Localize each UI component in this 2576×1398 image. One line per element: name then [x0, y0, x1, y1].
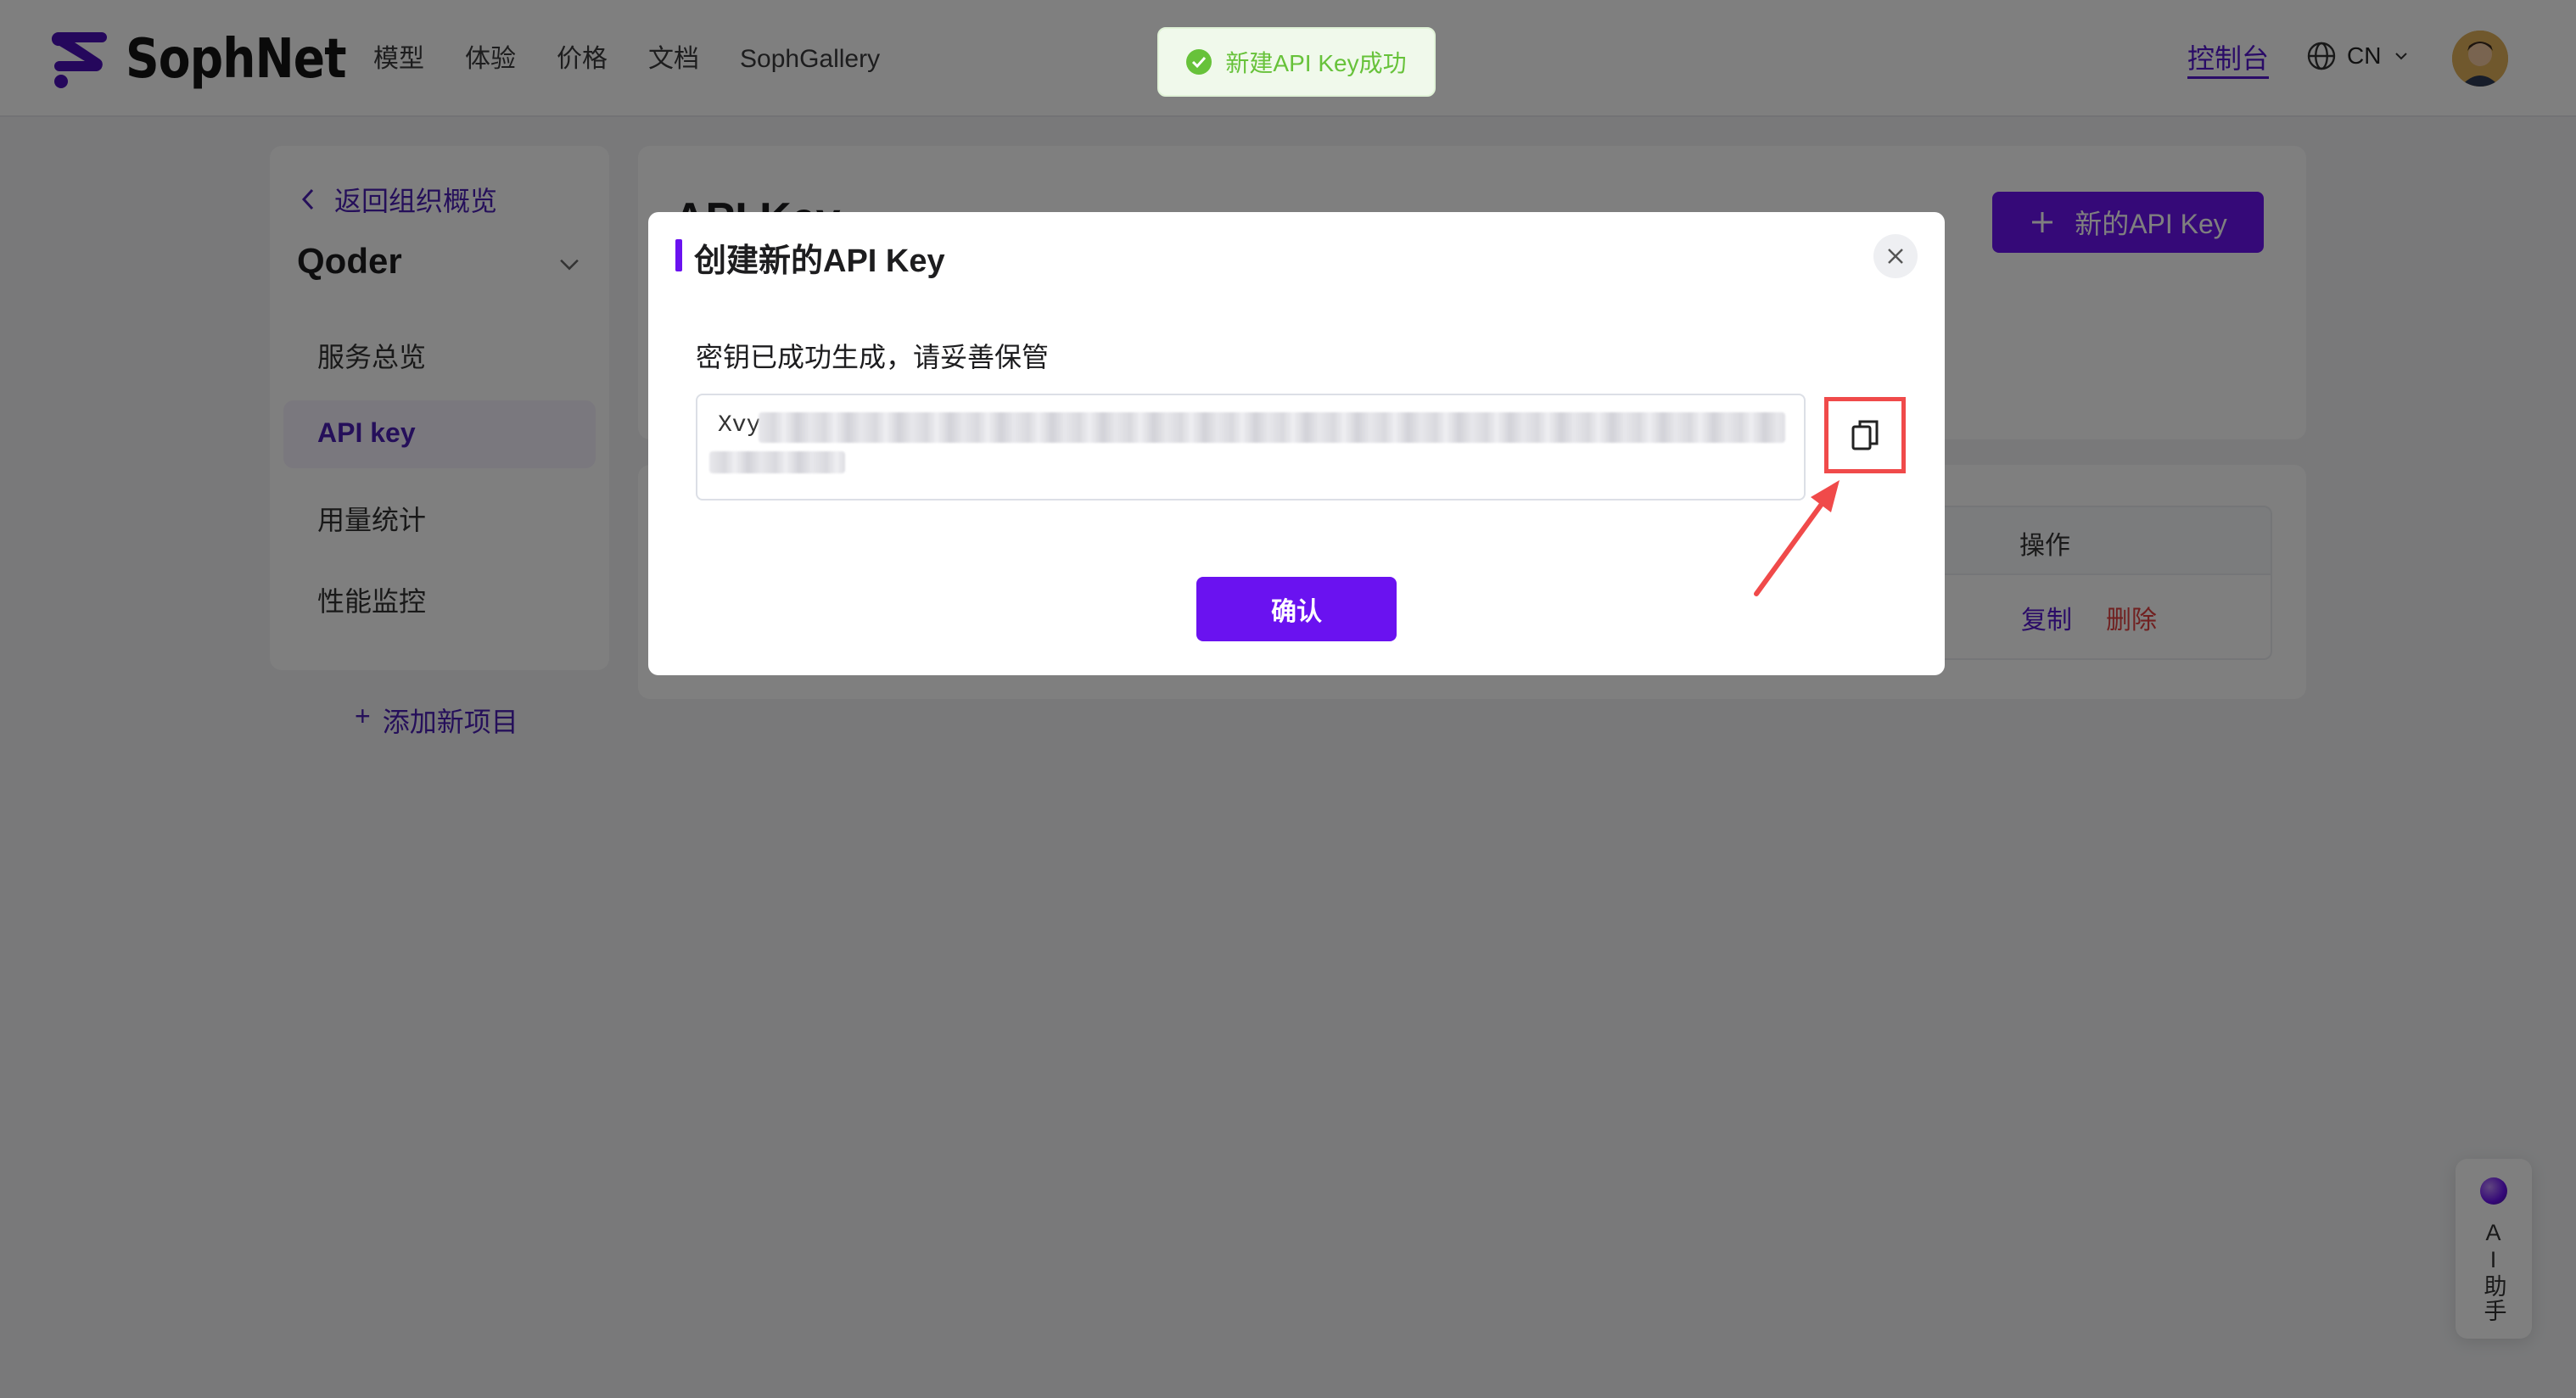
create-api-key-dialog: 创建新的API Key 密钥已成功生成，请妥善保管 Xvy 确认 — [648, 212, 1945, 675]
redacted-key-line-1 — [759, 412, 1785, 443]
close-icon — [1888, 249, 1903, 264]
check-circle-icon — [1186, 49, 1212, 75]
close-button[interactable] — [1873, 234, 1918, 278]
toast-message: 新建API Key成功 — [1225, 50, 1407, 76]
redacted-key-line-2 — [709, 451, 845, 473]
confirm-label: 确认 — [1271, 598, 1322, 626]
dialog-title: 创建新的API Key — [694, 243, 945, 279]
title-accent-bar — [675, 239, 682, 271]
confirm-button[interactable]: 确认 — [1196, 577, 1397, 641]
modal-backdrop[interactable] — [0, 0, 2576, 1398]
copy-icon — [1851, 420, 1879, 450]
copy-key-button[interactable] — [1824, 397, 1906, 473]
annotation-arrow-icon — [1754, 480, 1840, 596]
success-toast: 新建API Key成功 — [1157, 27, 1436, 97]
dialog-description: 密钥已成功生成，请妥善保管 — [696, 342, 1050, 372]
api-key-field[interactable]: Xvy — [696, 394, 1806, 500]
api-key-prefix: Xvy — [718, 412, 761, 439]
